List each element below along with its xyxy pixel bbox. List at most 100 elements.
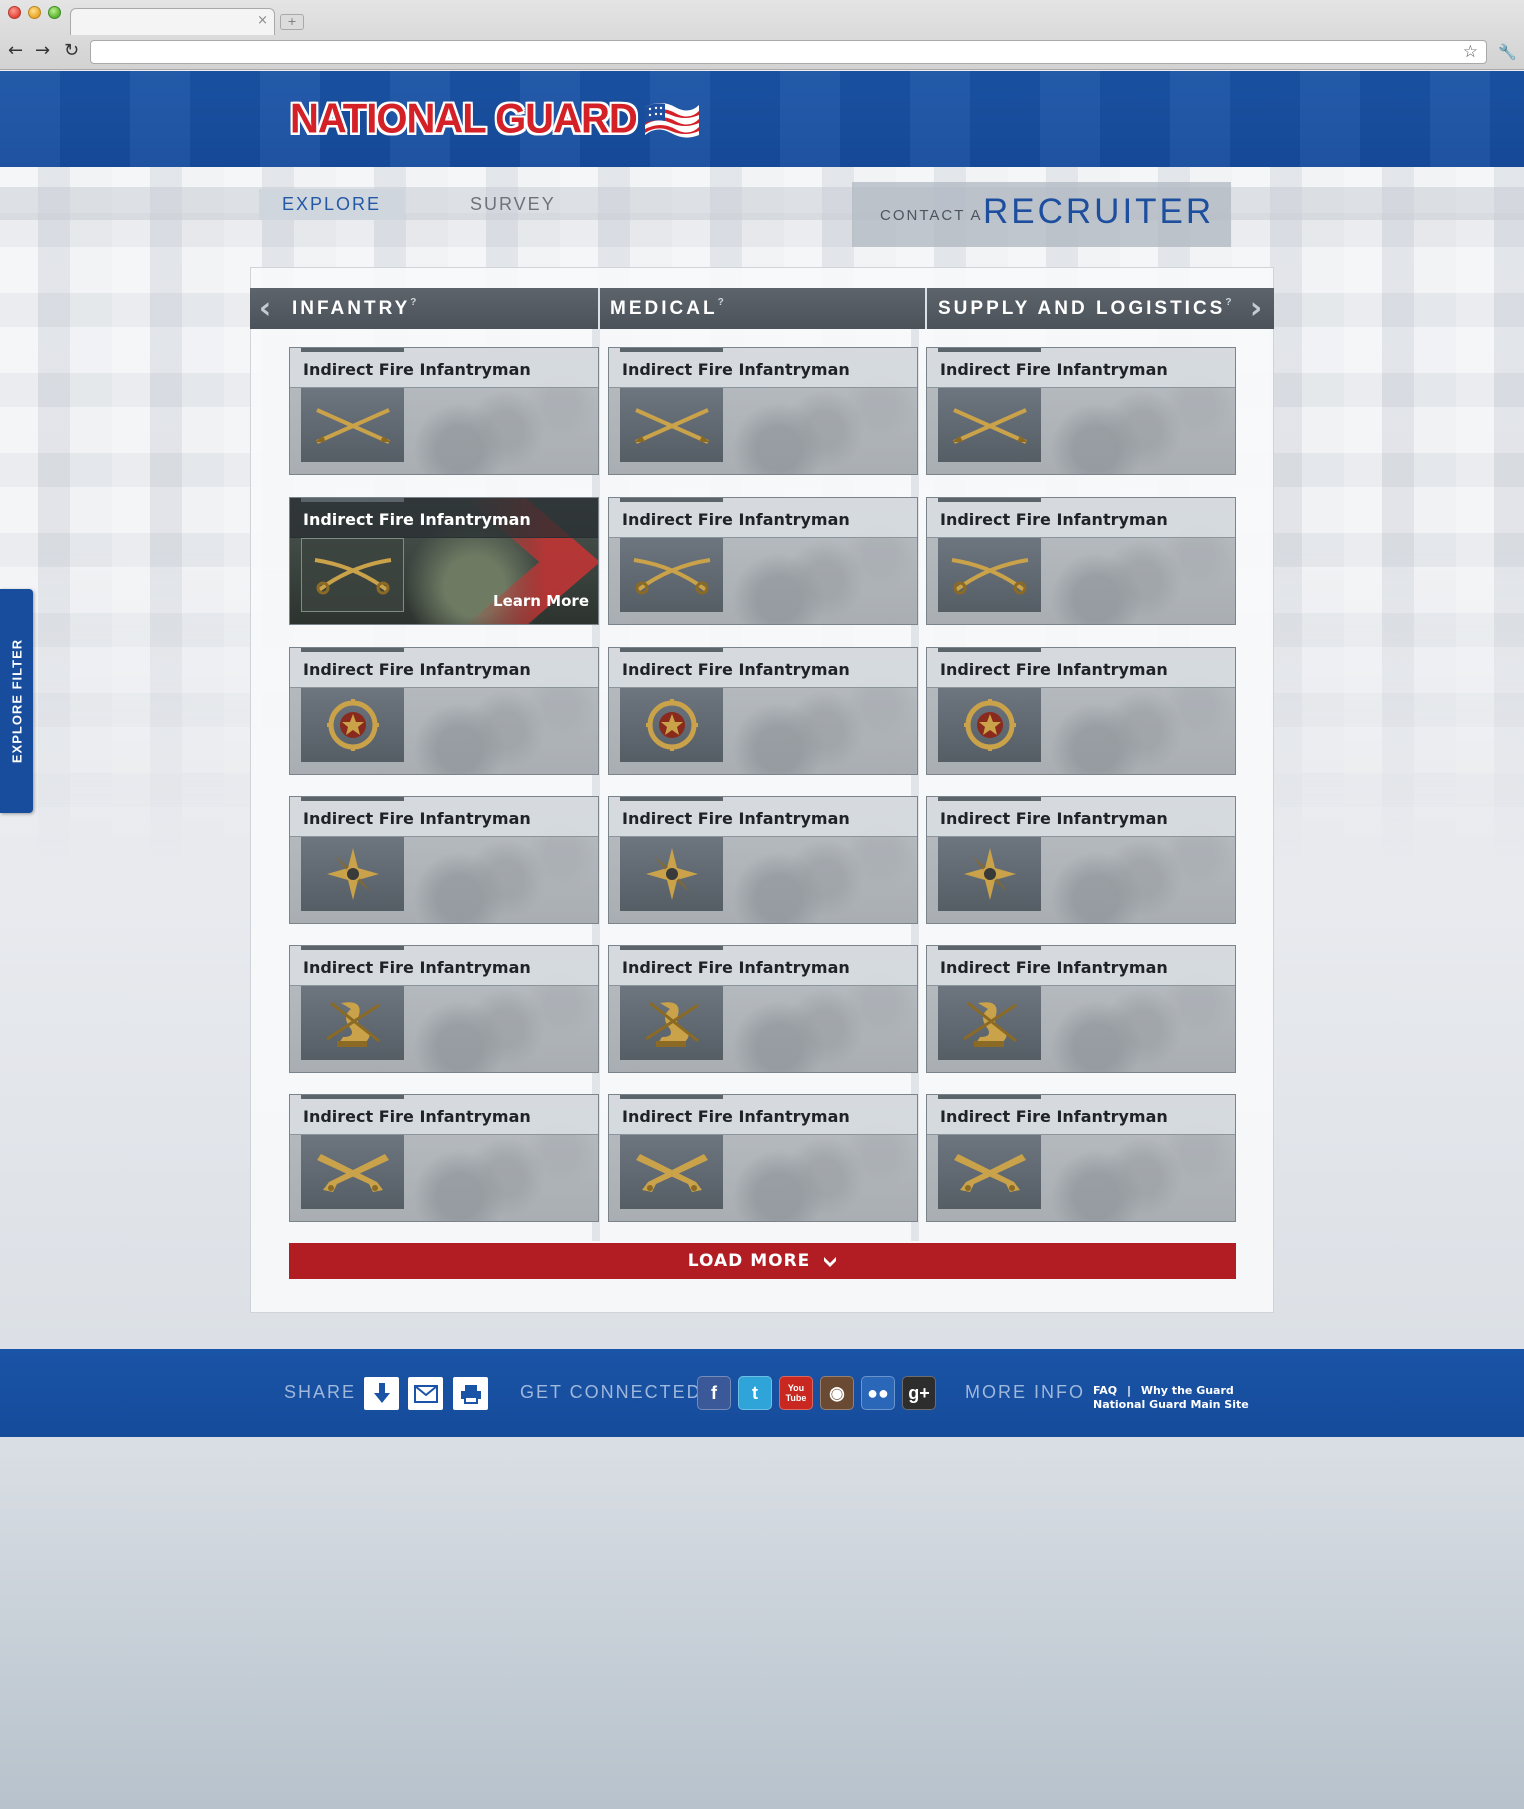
contact-recruiter-button[interactable]: CONTACT A RECRUITER: [852, 182, 1231, 247]
learn-more-link[interactable]: Learn More: [493, 592, 589, 610]
job-card[interactable]: Indirect Fire Infantryman: [289, 1094, 599, 1222]
myspace-icon[interactable]: ●●: [861, 1376, 895, 1410]
minimize-window-button[interactable]: [28, 6, 41, 19]
main-site-link[interactable]: National Guard Main Site: [1093, 1398, 1249, 1411]
browser-tab[interactable]: ×: [70, 8, 275, 35]
job-card-title-bar: Indirect Fire Infantryman: [927, 1095, 1235, 1135]
load-more-button[interactable]: LOAD MORE: [289, 1243, 1236, 1279]
tab-close-icon[interactable]: ×: [257, 13, 268, 29]
job-card-title-bar: Indirect Fire Infantryman: [609, 797, 917, 837]
job-title: Indirect Fire Infantryman: [303, 660, 531, 679]
job-card[interactable]: Indirect Fire Infantryman: [926, 647, 1236, 775]
prev-category-arrow[interactable]: ‹: [252, 290, 278, 327]
card-tag: [938, 797, 1041, 801]
explore-filter-label: EXPLORE FILTER: [9, 638, 24, 764]
back-icon[interactable]: ←: [8, 41, 23, 61]
job-title: Indirect Fire Infantryman: [940, 1107, 1168, 1126]
share-label: SHARE: [284, 1382, 357, 1402]
explore-filter-tab[interactable]: EXPLORE FILTER: [0, 589, 33, 813]
job-title: Indirect Fire Infantryman: [303, 360, 531, 379]
download-icon: [373, 1382, 390, 1403]
signal-corps-insignia-icon: [620, 986, 723, 1060]
job-title: Indirect Fire Infantryman: [940, 510, 1168, 529]
job-card[interactable]: Indirect Fire Infantryman: [289, 796, 599, 924]
job-card[interactable]: Indirect Fire Infantryman: [926, 945, 1236, 1073]
job-card-title-bar: Indirect Fire Infantryman: [290, 648, 598, 688]
zoom-window-button[interactable]: [48, 6, 61, 19]
job-card-title-bar: Indirect Fire Infantryman: [927, 498, 1235, 538]
facebook-icon[interactable]: f: [697, 1376, 731, 1410]
help-icon[interactable]: ?: [410, 297, 416, 308]
card-tag: [620, 498, 723, 502]
address-bar[interactable]: ☆: [90, 40, 1487, 64]
category-supply-logistics[interactable]: SUPPLY AND LOGISTICS?: [938, 288, 1231, 329]
job-card[interactable]: Indirect Fire Infantryman: [608, 497, 918, 625]
card-tag: [301, 498, 404, 502]
job-card[interactable]: Indirect Fire Infantryman: [608, 647, 918, 775]
forward-icon[interactable]: →: [35, 41, 50, 61]
job-title: Indirect Fire Infantryman: [940, 958, 1168, 977]
logo-text: NATIONAL GUARD: [290, 95, 638, 143]
browser-chrome: × + ← → ↻ ☆ 🔧: [0, 0, 1524, 70]
job-card-title-bar: Indirect Fire Infantryman: [609, 348, 917, 388]
job-card[interactable]: Indirect Fire Infantryman Learn More: [289, 497, 599, 625]
download-button[interactable]: [364, 1377, 399, 1410]
card-tag: [938, 498, 1041, 502]
next-category-arrow[interactable]: ›: [1243, 290, 1269, 327]
load-more-label: LOAD MORE: [687, 1251, 811, 1271]
job-card[interactable]: Indirect Fire Infantryman: [608, 1094, 918, 1222]
job-card-title-bar: Indirect Fire Infantryman: [290, 946, 598, 986]
job-card[interactable]: Indirect Fire Infantryman: [289, 347, 599, 475]
job-card[interactable]: Indirect Fire Infantryman: [608, 945, 918, 1073]
category-medical[interactable]: MEDICAL?: [610, 288, 724, 329]
site-header: [0, 71, 1524, 167]
job-card[interactable]: Indirect Fire Infantryman: [608, 347, 918, 475]
help-icon[interactable]: ?: [718, 297, 724, 308]
crossed-sabers-icon: [938, 538, 1041, 612]
card-tag: [620, 648, 723, 652]
job-card[interactable]: Indirect Fire Infantryman: [608, 796, 918, 924]
crossed-pistols-icon: [301, 1135, 404, 1209]
job-card-title-bar: Indirect Fire Infantryman: [290, 797, 598, 837]
recruiter-label: RECRUITER: [983, 192, 1215, 231]
youtube-icon[interactable]: You Tube: [779, 1376, 813, 1410]
category-label: INFANTRY: [292, 298, 411, 319]
faq-link[interactable]: FAQ: [1093, 1384, 1117, 1397]
crossed-rifles-icon: [938, 388, 1041, 462]
wrench-icon[interactable]: 🔧: [1498, 42, 1517, 62]
category-label: SUPPLY AND LOGISTICS: [938, 298, 1226, 319]
why-the-guard-link[interactable]: Why the Guard: [1141, 1384, 1234, 1397]
job-title: Indirect Fire Infantryman: [303, 809, 531, 828]
twitter-icon[interactable]: t: [738, 1376, 772, 1410]
job-card[interactable]: Indirect Fire Infantryman: [926, 497, 1236, 625]
card-tag: [620, 946, 723, 950]
crossed-rifles-icon: [620, 388, 723, 462]
job-card[interactable]: Indirect Fire Infantryman: [289, 945, 599, 1073]
reload-icon[interactable]: ↻: [64, 41, 79, 61]
nav-survey[interactable]: SURVEY: [470, 189, 556, 220]
print-button[interactable]: [453, 1377, 488, 1410]
card-tag: [301, 648, 404, 652]
card-tag: [938, 648, 1041, 652]
job-title: Indirect Fire Infantryman: [303, 510, 531, 529]
bookmark-star-icon[interactable]: ☆: [1463, 42, 1478, 62]
job-card[interactable]: Indirect Fire Infantryman: [289, 647, 599, 775]
job-card-title-bar: Indirect Fire Infantryman: [927, 946, 1235, 986]
job-card[interactable]: Indirect Fire Infantryman: [926, 796, 1236, 924]
email-button[interactable]: [408, 1377, 443, 1410]
job-card-title-bar: Indirect Fire Infantryman: [290, 498, 598, 538]
job-card[interactable]: Indirect Fire Infantryman: [926, 1094, 1236, 1222]
close-window-button[interactable]: [8, 6, 21, 19]
card-tag: [620, 348, 723, 352]
instagram-icon[interactable]: ◉: [820, 1376, 854, 1410]
category-infantry[interactable]: INFANTRY?: [292, 288, 416, 329]
national-guard-logo[interactable]: NATIONAL GUARD: [290, 95, 701, 143]
card-tag: [620, 1095, 723, 1099]
nav-explore[interactable]: EXPLORE: [259, 189, 404, 220]
help-icon[interactable]: ?: [1225, 297, 1231, 308]
job-card[interactable]: Indirect Fire Infantryman: [926, 347, 1236, 475]
card-tag: [620, 797, 723, 801]
new-tab-button[interactable]: +: [280, 14, 304, 30]
google-plus-icon[interactable]: g+: [902, 1376, 936, 1410]
card-tag: [301, 1095, 404, 1099]
